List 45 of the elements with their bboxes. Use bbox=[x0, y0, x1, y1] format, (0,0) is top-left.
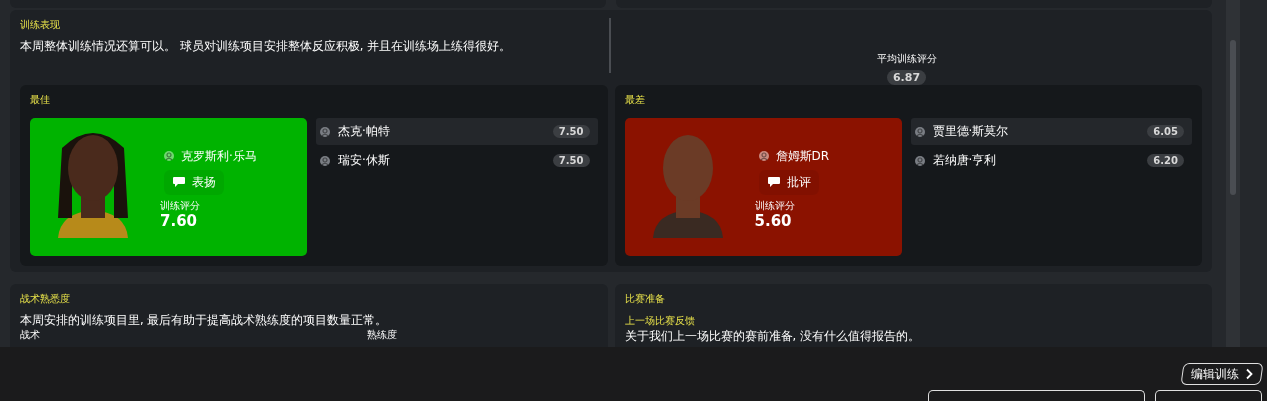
player-name: 若纳唐·亨利 bbox=[932, 152, 998, 169]
rating-badge: 7.50 bbox=[552, 154, 590, 167]
player-row[interactable]: 瑞安·休斯 7.50 bbox=[316, 147, 598, 174]
rating-label: 训练评分 bbox=[160, 198, 201, 212]
player-name: 贾里德·斯莫尔 bbox=[932, 123, 1010, 140]
player-name: 瑞安·休斯 bbox=[338, 152, 391, 169]
player-row[interactable]: 杰克·帕特 7.50 bbox=[316, 118, 598, 145]
group-title: 最佳 bbox=[30, 93, 51, 107]
section-title: 比赛准备 bbox=[624, 292, 666, 306]
average-rating: 6.87 bbox=[886, 70, 927, 85]
player-name: 杰克·帕特 bbox=[338, 123, 391, 140]
footer-button[interactable] bbox=[928, 390, 1145, 401]
rating-badge: 6.05 bbox=[1147, 125, 1184, 138]
chevron-right-icon bbox=[1245, 368, 1253, 380]
scrollbar-thumb[interactable] bbox=[1230, 40, 1236, 195]
average-label: 平均训练评分 bbox=[876, 52, 937, 66]
person-icon bbox=[914, 155, 925, 166]
rating-badge: 6.20 bbox=[1147, 154, 1184, 167]
rating-value: 5.60 bbox=[754, 211, 793, 231]
person-icon bbox=[914, 126, 925, 137]
person-icon bbox=[320, 155, 330, 166]
person-icon bbox=[164, 150, 174, 161]
player-row[interactable]: 贾里德·斯莫尔 6.05 bbox=[910, 118, 1192, 145]
summary-text: 本周整体训练情况还算可以。 球员对训练项目安排整体反应积极, 并且在训练场上练得很好。 bbox=[20, 38, 512, 54]
speech-bubble-icon bbox=[766, 176, 781, 188]
feedback-button[interactable]: 批评 bbox=[758, 169, 819, 195]
column-header: 熟练度 bbox=[367, 329, 397, 340]
person-icon bbox=[320, 126, 330, 137]
edit-training-button[interactable]: 编辑训练 bbox=[1180, 363, 1264, 385]
summary-text: 关于我们上一场比赛的赛前准备, 没有什么值得报告的。 bbox=[624, 328, 921, 344]
rating-badge: 7.50 bbox=[552, 125, 590, 138]
person-icon bbox=[758, 150, 769, 161]
player-card[interactable]: 詹姆斯DR 批评 训练评分 5.60 bbox=[624, 118, 902, 256]
column-header: 战术 bbox=[20, 329, 41, 340]
player-row[interactable]: 若纳唐·亨利 6.20 bbox=[910, 147, 1192, 174]
footer-button[interactable] bbox=[1155, 390, 1262, 401]
speech-bubble-icon bbox=[172, 176, 186, 188]
rating-value: 7.60 bbox=[160, 211, 198, 231]
summary-text: 本周安排的训练项目里, 最后有助于提高战术熟练度的项目数量正常。 bbox=[20, 312, 389, 328]
section-title: 训练表现 bbox=[20, 18, 61, 32]
subsection-title: 上一场比赛反馈 bbox=[624, 314, 696, 328]
rating-label: 训练评分 bbox=[754, 198, 796, 212]
player-name[interactable]: 詹姆斯DR bbox=[775, 147, 830, 164]
group-title: 最差 bbox=[624, 93, 646, 107]
section-title: 战术熟悉度 bbox=[20, 292, 71, 306]
